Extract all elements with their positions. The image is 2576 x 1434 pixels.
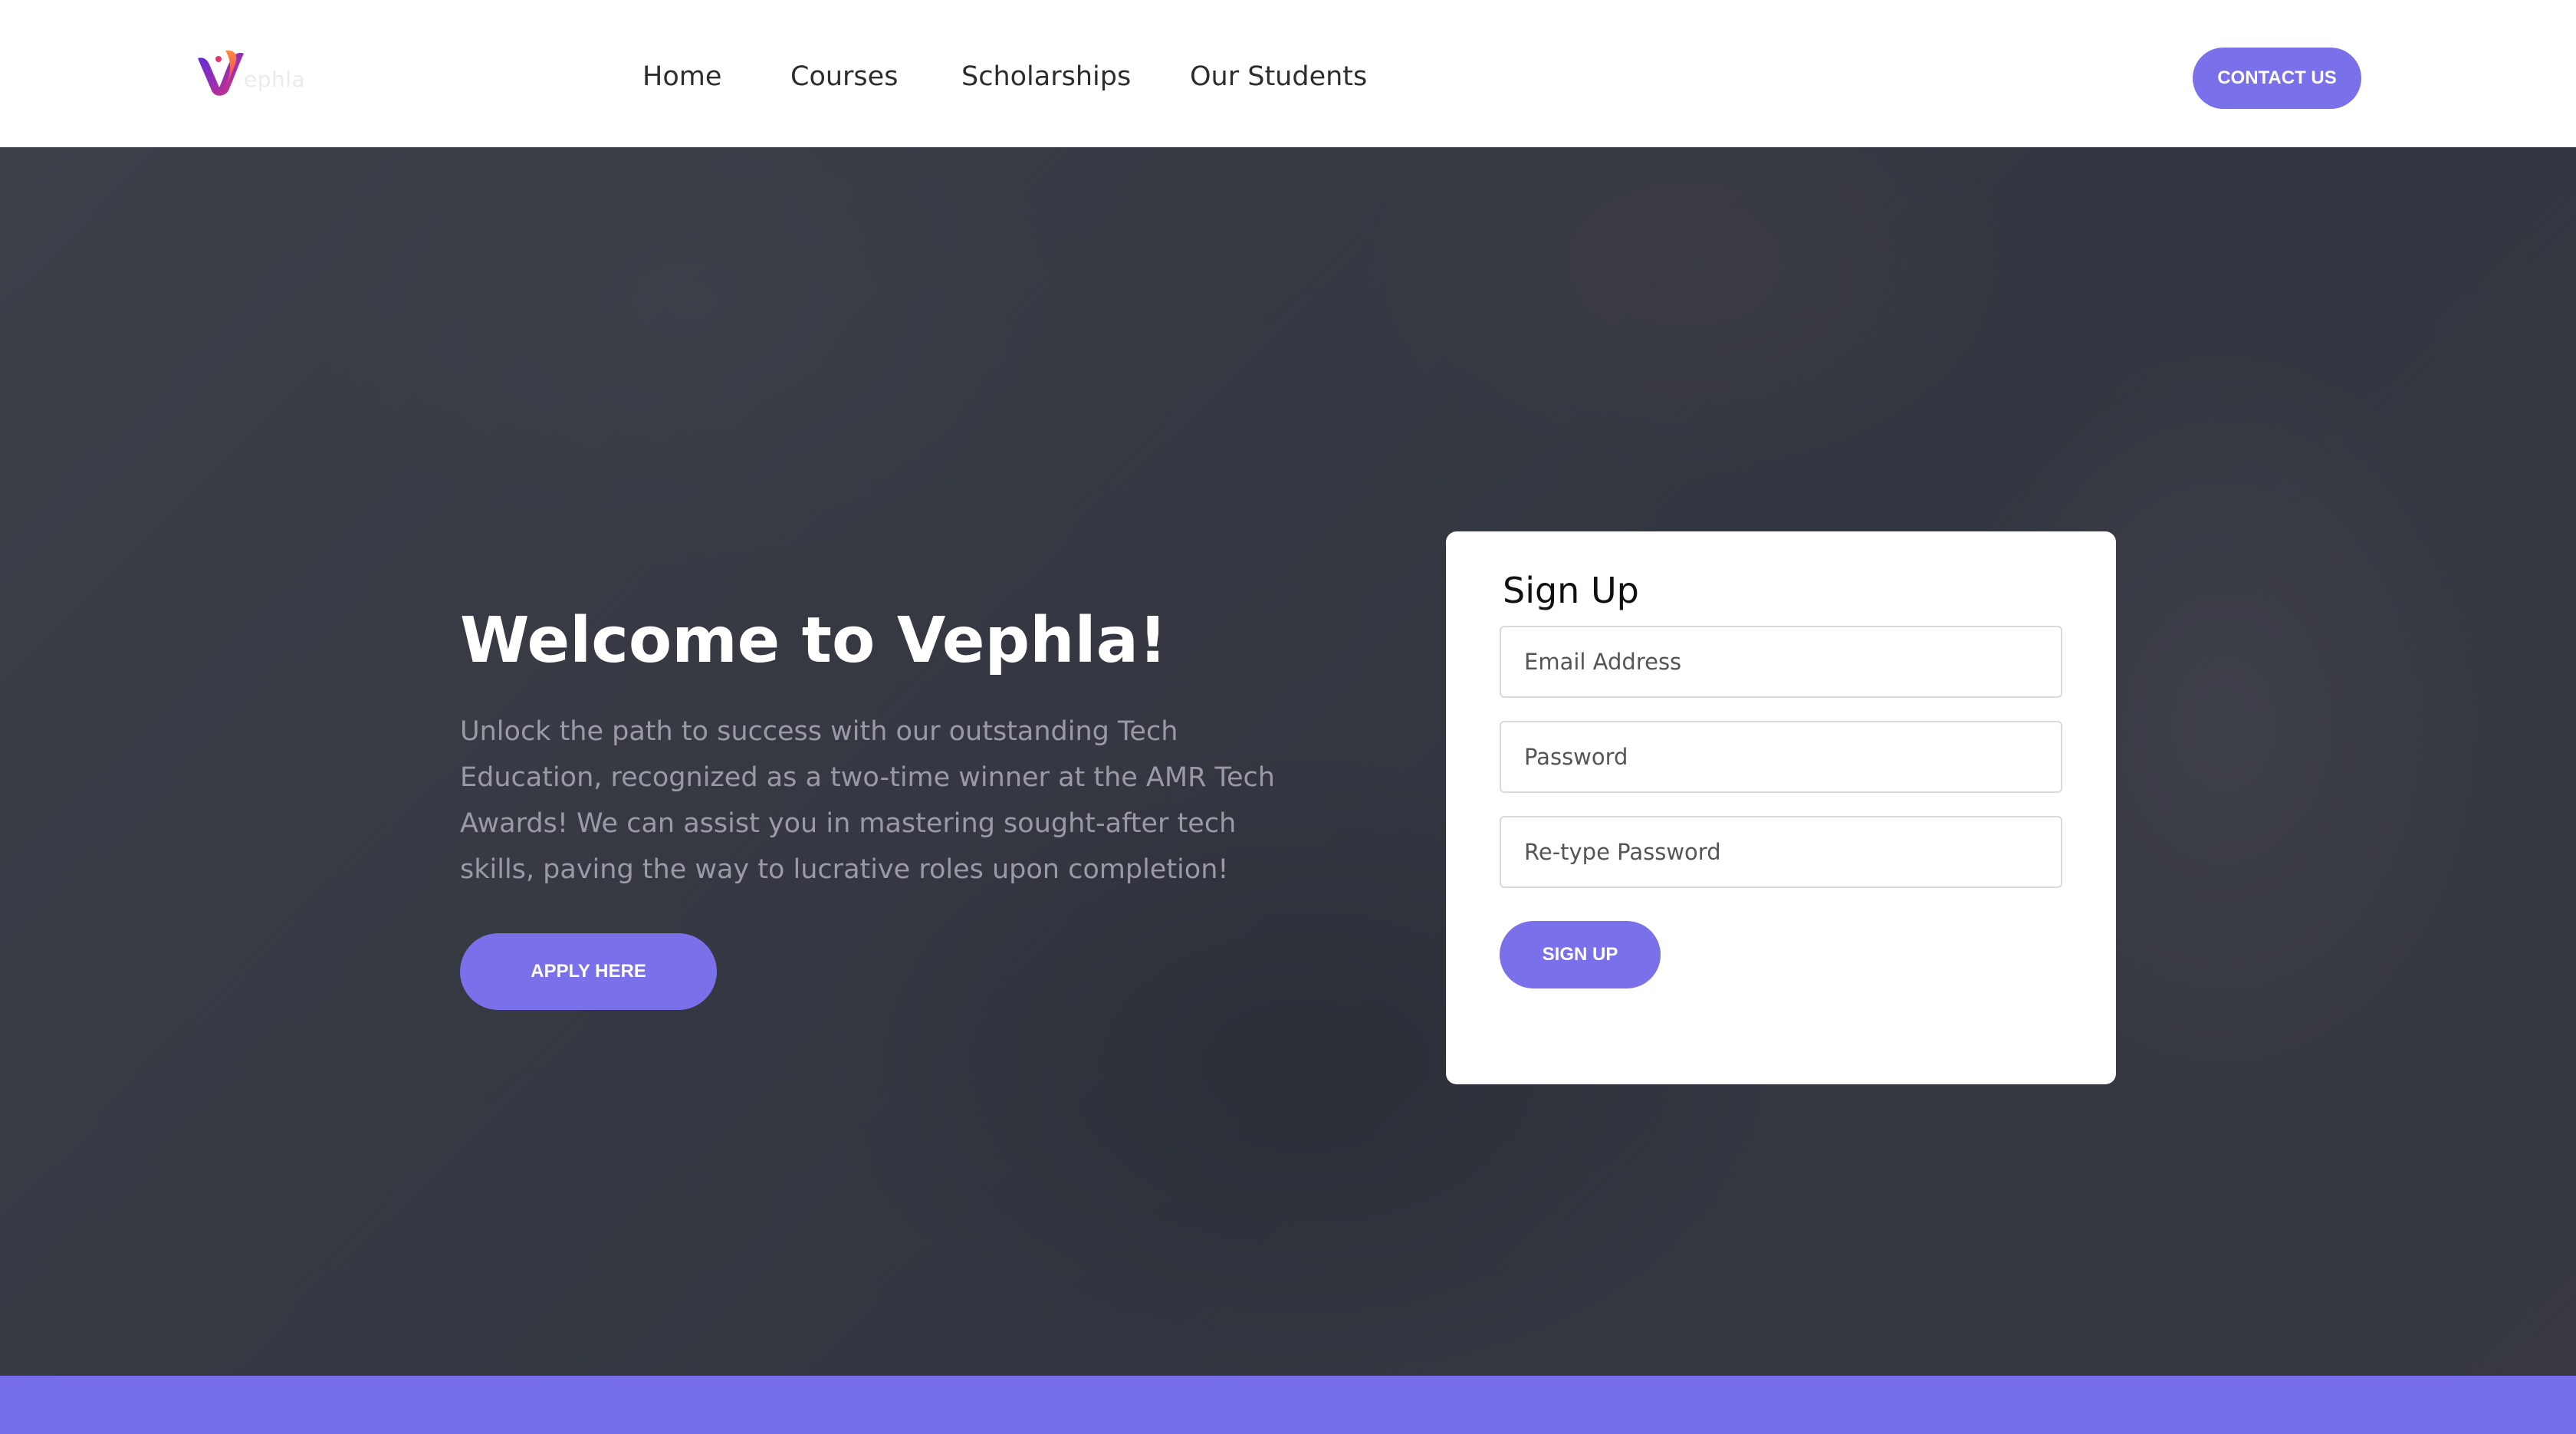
signup-card: Sign Up SIGN UP — [1446, 531, 2116, 1084]
hero-section: Welcome to Vephla! Unlock the path to su… — [0, 147, 2576, 1376]
footer-accent-band — [0, 1376, 2576, 1434]
signup-title: Sign Up — [1503, 570, 1639, 611]
hero-description: Unlock the path to success with our outs… — [460, 716, 1275, 885]
contact-us-button[interactable]: CONTACT US — [2193, 48, 2361, 109]
email-field[interactable] — [1500, 626, 2062, 698]
apply-here-button[interactable]: APPLY HERE — [460, 933, 717, 1010]
brand-logo[interactable]: ephla — [195, 48, 305, 100]
nav-item-our-students[interactable]: Our Students — [1190, 61, 1367, 92]
site-header: ephla Home Courses Scholarships Our Stud… — [0, 0, 2576, 147]
vephla-logo-icon — [198, 50, 244, 96]
nav-item-courses[interactable]: Courses — [790, 61, 898, 92]
password-field[interactable] — [1500, 721, 2062, 793]
logo-wordmark: ephla — [244, 66, 306, 92]
retype-password-field[interactable] — [1500, 816, 2062, 888]
hero-title: Welcome to Vephla! — [460, 604, 1168, 677]
nav-item-home[interactable]: Home — [642, 61, 721, 92]
nav-item-scholarships[interactable]: Scholarships — [961, 61, 1131, 92]
sign-up-button[interactable]: SIGN UP — [1500, 921, 1661, 988]
